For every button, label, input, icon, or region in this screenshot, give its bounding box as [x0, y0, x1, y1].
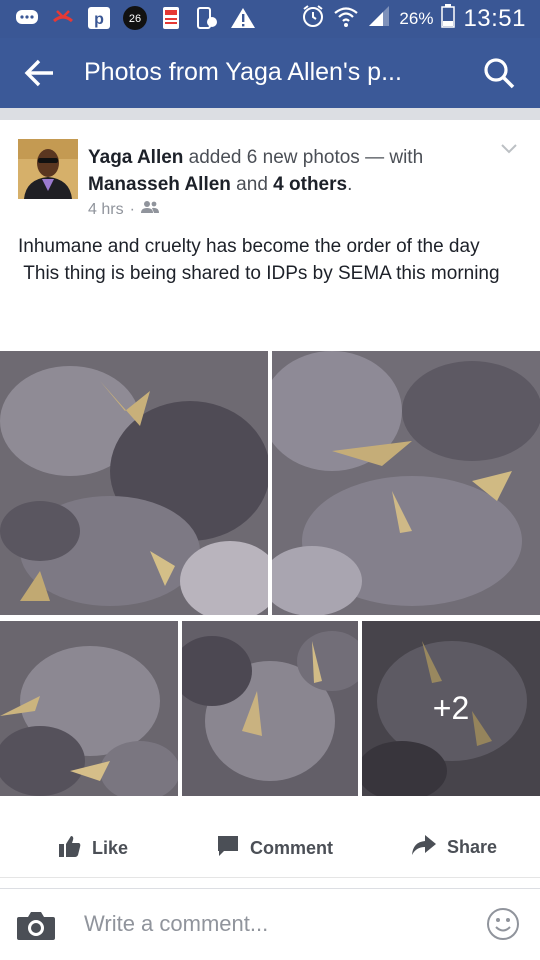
post-header: Yaga Allen added 6 new photos — with Man…	[88, 144, 508, 198]
action-bar: Like Comment Share	[0, 818, 540, 878]
app-bar: Photos from Yaga Allen's p...	[0, 38, 540, 108]
separator-dot: ·	[129, 200, 135, 218]
thumbs-up-icon	[58, 834, 82, 863]
comment-input[interactable]: Write a comment...	[84, 911, 268, 937]
share-label: Share	[447, 837, 498, 857]
comment-button[interactable]: Comment	[216, 834, 333, 863]
more-photos-count: +2	[362, 621, 540, 796]
photo-1[interactable]	[0, 351, 268, 615]
status-bar: p 26 26% 13:51	[0, 0, 540, 38]
action-text: added 6 new photos — with	[183, 147, 424, 168]
share-arrow-icon	[411, 834, 437, 861]
author-name[interactable]: Yaga Allen	[88, 147, 183, 168]
news-app-icon	[158, 6, 184, 30]
message-icon	[14, 6, 40, 30]
post-text: Inhumane and cruelty has become the orde…	[18, 236, 500, 284]
photo-5-more[interactable]: +2	[362, 621, 540, 796]
camera-icon[interactable]	[16, 909, 56, 941]
like-label: Like	[92, 838, 129, 858]
search-icon[interactable]	[482, 56, 516, 90]
screen-rotate-icon	[194, 6, 220, 30]
and-text: and	[230, 174, 274, 195]
notification-count-icon: 26	[122, 6, 148, 30]
alarm-icon	[301, 4, 325, 33]
share-button[interactable]: Share	[411, 834, 497, 861]
period: .	[347, 174, 353, 195]
app-p-icon: p	[86, 6, 112, 30]
missed-call-icon	[50, 6, 76, 30]
back-arrow-icon[interactable]	[24, 58, 56, 88]
comment-bubble-icon	[216, 834, 240, 863]
battery-percent: 26%	[399, 8, 434, 28]
clock: 13:51	[463, 4, 526, 32]
photo-4[interactable]	[182, 621, 358, 796]
photo-2[interactable]	[272, 351, 540, 615]
warning-icon	[230, 6, 256, 30]
page-title: Photos from Yaga Allen's p...	[84, 58, 402, 86]
avatar[interactable]	[18, 139, 78, 199]
svg-text:p: p	[94, 11, 104, 28]
tagged-name[interactable]: Manasseh Allen	[88, 174, 231, 195]
photo-3[interactable]	[0, 621, 178, 796]
post-time[interactable]: 4 hrs	[88, 201, 124, 219]
others-link[interactable]: 4 others	[273, 174, 347, 195]
post-meta: 4 hrs ·	[88, 200, 159, 219]
wifi-icon	[333, 4, 359, 33]
signal-icon	[367, 4, 391, 33]
comment-label: Comment	[250, 838, 334, 858]
chevron-down-icon[interactable]	[500, 142, 518, 156]
battery-icon	[441, 4, 456, 33]
emoji-icon[interactable]	[486, 907, 520, 941]
divider	[0, 108, 540, 120]
comment-bar: Write a comment...	[0, 888, 540, 960]
badge-number: 26	[129, 13, 141, 25]
friends-audience-icon	[140, 200, 159, 219]
like-button[interactable]: Like	[58, 834, 128, 863]
